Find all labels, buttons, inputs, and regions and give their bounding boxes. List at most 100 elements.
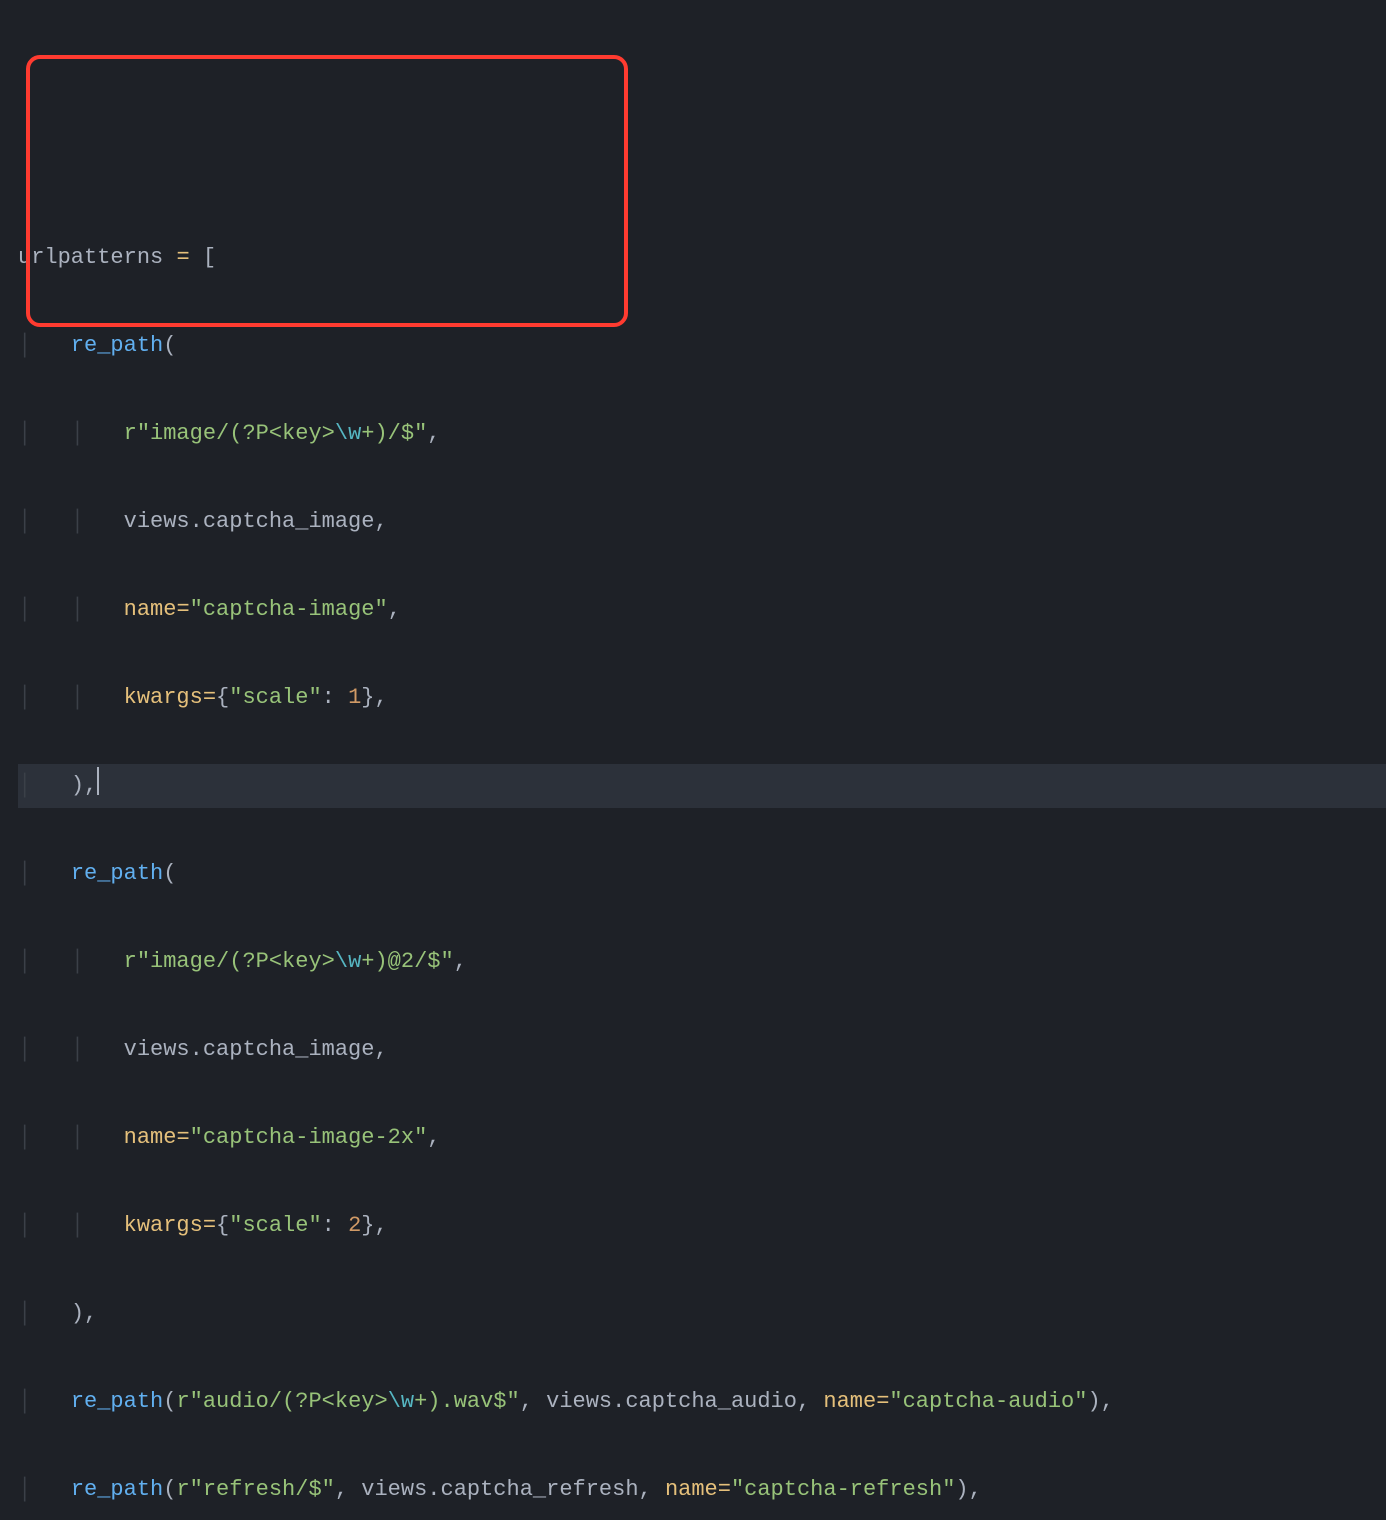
token-operator: = bbox=[176, 597, 189, 622]
indent-guide: │ │ bbox=[18, 421, 124, 446]
token-kwarg: name bbox=[124, 1125, 177, 1150]
token-identifier: views.captcha_image, bbox=[124, 1037, 388, 1062]
indent-guide: │ │ bbox=[18, 1037, 124, 1062]
token-paren: ( bbox=[163, 1389, 176, 1414]
code-line: │ │ views.captcha_image, bbox=[18, 1028, 1386, 1072]
token-string: "scale" bbox=[229, 1213, 321, 1238]
indent-guide: │ bbox=[18, 1477, 71, 1502]
token-string: "scale" bbox=[229, 685, 321, 710]
indent-guide: │ bbox=[18, 773, 71, 798]
code-line: │ │ name="captcha-image-2x", bbox=[18, 1116, 1386, 1160]
token-operator: = bbox=[176, 1125, 189, 1150]
code-line-active: │ ), bbox=[18, 764, 1386, 808]
code-line: │ │ kwargs={"scale": 2}, bbox=[18, 1204, 1386, 1248]
token-paren: ), bbox=[71, 1301, 97, 1326]
token-comma: , bbox=[388, 597, 401, 622]
indent-guide: │ bbox=[18, 861, 71, 886]
token-paren: ), bbox=[71, 773, 97, 798]
token-comma: , bbox=[454, 949, 467, 974]
code-line: │ │ views.captcha_image, bbox=[18, 500, 1386, 544]
token-string: "captcha-image-2x" bbox=[190, 1125, 428, 1150]
token-operator: = bbox=[203, 685, 216, 710]
token-string: "image/(?P<key> bbox=[137, 949, 335, 974]
code-line: │ re_path(r"refresh/$", views.captcha_re… bbox=[18, 1468, 1386, 1512]
token-comma: , bbox=[427, 1125, 440, 1150]
token-operator: = bbox=[203, 1213, 216, 1238]
token-string: "refresh/$" bbox=[190, 1477, 335, 1502]
indent-guide: │ bbox=[18, 333, 71, 358]
token-string: "captcha-image" bbox=[190, 597, 388, 622]
token-identifier: views.captcha_image, bbox=[124, 509, 388, 534]
token-paren: ( bbox=[163, 333, 176, 358]
token-string: +)/$" bbox=[361, 421, 427, 446]
token-string: "captcha-audio" bbox=[889, 1389, 1087, 1414]
token-string: +).wav$" bbox=[414, 1389, 520, 1414]
indent-guide: │ │ bbox=[18, 597, 124, 622]
code-line: urlpatterns = [ bbox=[18, 236, 1386, 280]
token-escape: \w bbox=[335, 949, 361, 974]
token-escape: \w bbox=[388, 1389, 414, 1414]
indent-guide: │ │ bbox=[18, 685, 124, 710]
token-kwarg: name bbox=[665, 1477, 718, 1502]
token-comma: , bbox=[374, 1213, 387, 1238]
code-line: │ re_path( bbox=[18, 324, 1386, 368]
token-paren: ), bbox=[955, 1477, 981, 1502]
token-string-prefix: r bbox=[176, 1389, 189, 1414]
token-function: re_path bbox=[71, 861, 163, 886]
indent-guide: │ │ bbox=[18, 1213, 124, 1238]
text-cursor bbox=[97, 767, 99, 795]
token-operator: = bbox=[876, 1389, 889, 1414]
token-string-prefix: r bbox=[124, 949, 137, 974]
token-kwarg: kwargs bbox=[124, 685, 203, 710]
indent-guide: │ │ bbox=[18, 1125, 124, 1150]
token-brace: { bbox=[216, 685, 229, 710]
code-line: │ │ kwargs={"scale": 1}, bbox=[18, 676, 1386, 720]
token-bracket: [ bbox=[203, 245, 216, 270]
code-line: │ re_path(r"audio/(?P<key>\w+).wav$", vi… bbox=[18, 1380, 1386, 1424]
token-comma: , bbox=[797, 1389, 823, 1414]
token-comma: , bbox=[374, 685, 387, 710]
token-comma: , bbox=[335, 1477, 361, 1502]
code-line: │ │ name="captcha-image", bbox=[18, 588, 1386, 632]
token-brace: { bbox=[216, 1213, 229, 1238]
indent-guide: │ │ bbox=[18, 949, 124, 974]
indent-guide: │ │ bbox=[18, 509, 124, 534]
token-colon: : bbox=[322, 685, 348, 710]
token-identifier: views.captcha_audio bbox=[546, 1389, 797, 1414]
code-line: │ ), bbox=[18, 1292, 1386, 1336]
token-colon: : bbox=[322, 1213, 348, 1238]
token-string: "image/(?P<key> bbox=[137, 421, 335, 446]
code-line: │ │ r"image/(?P<key>\w+)@2/$", bbox=[18, 940, 1386, 984]
token-string-prefix: r bbox=[176, 1477, 189, 1502]
token-kwarg: name bbox=[124, 597, 177, 622]
token-paren: ( bbox=[163, 1477, 176, 1502]
token-comma: , bbox=[639, 1477, 665, 1502]
indent-guide: │ bbox=[18, 1389, 71, 1414]
token-identifier: views.captcha_refresh bbox=[361, 1477, 638, 1502]
code-line: │ re_path( bbox=[18, 852, 1386, 896]
token-escape: \w bbox=[335, 421, 361, 446]
token-string-prefix: r bbox=[124, 421, 137, 446]
token-brace: } bbox=[361, 1213, 374, 1238]
token-variable: urlpatterns bbox=[18, 245, 176, 270]
token-comma: , bbox=[520, 1389, 546, 1414]
token-operator: = bbox=[718, 1477, 731, 1502]
code-editor[interactable]: urlpatterns = [ │ re_path( │ │ r"image/(… bbox=[18, 192, 1386, 1520]
token-string: "captcha-refresh" bbox=[731, 1477, 955, 1502]
token-brace: } bbox=[361, 685, 374, 710]
token-operator: = bbox=[176, 245, 189, 270]
token-function: re_path bbox=[71, 1477, 163, 1502]
token-kwarg: name bbox=[823, 1389, 876, 1414]
token-function: re_path bbox=[71, 1389, 163, 1414]
code-line: │ │ r"image/(?P<key>\w+)/$", bbox=[18, 412, 1386, 456]
token-function: re_path bbox=[71, 333, 163, 358]
token-kwarg: kwargs bbox=[124, 1213, 203, 1238]
token-string: "audio/(?P<key> bbox=[190, 1389, 388, 1414]
indent-guide: │ bbox=[18, 1301, 71, 1326]
token-number: 2 bbox=[348, 1213, 361, 1238]
token-paren: ), bbox=[1087, 1389, 1113, 1414]
token-comma: , bbox=[427, 421, 440, 446]
token-number: 1 bbox=[348, 685, 361, 710]
token-paren: ( bbox=[163, 861, 176, 886]
token-string: +)@2/$" bbox=[361, 949, 453, 974]
